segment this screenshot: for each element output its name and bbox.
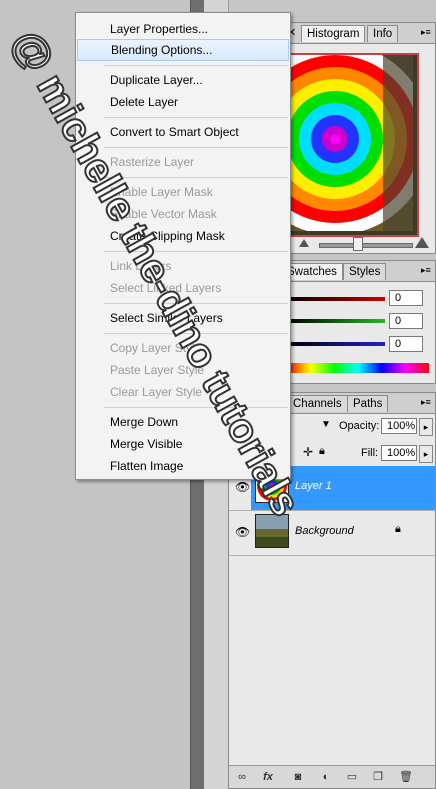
- fill-field[interactable]: 100%: [381, 445, 417, 461]
- panel-menu-icon[interactable]: ▸≡: [421, 27, 431, 38]
- fill-arrow-icon[interactable]: ▸: [419, 445, 433, 463]
- zoom-slider-knob[interactable]: [353, 237, 363, 251]
- panel-menu-icon[interactable]: ▸≡: [421, 265, 431, 276]
- layer-name[interactable]: Background: [295, 525, 354, 537]
- opacity-label: Opacity:: [339, 420, 380, 432]
- menu-separator: [104, 147, 288, 148]
- menu-item-clear-layer-style[interactable]: Clear Layer Style: [77, 381, 289, 403]
- menu-item-delete-layer[interactable]: Delete Layer: [77, 91, 289, 113]
- eye-icon[interactable]: 👁︎: [235, 525, 250, 539]
- navigator-thumbnail[interactable]: [281, 53, 419, 237]
- tab-histogram[interactable]: Histogram: [301, 25, 366, 42]
- opacity-field[interactable]: 100%: [381, 418, 417, 434]
- zoom-out-icon[interactable]: [299, 239, 309, 247]
- menu-separator: [104, 177, 288, 178]
- layer-row-background[interactable]: 👁︎ Background 🔒︎: [229, 511, 435, 556]
- opacity-arrow-icon[interactable]: ▸: [419, 418, 433, 436]
- panel-menu-icon[interactable]: ▸≡: [421, 397, 431, 408]
- zoom-in-icon[interactable]: [415, 237, 429, 248]
- color-spectrum-bar[interactable]: [287, 363, 429, 373]
- menu-item-duplicate-layer[interactable]: Duplicate Layer...: [77, 69, 289, 91]
- blue-value-field[interactable]: 0: [389, 336, 423, 352]
- menu-item-blending-options[interactable]: Blending Options...: [77, 39, 289, 61]
- zoom-slider-track[interactable]: [319, 243, 413, 248]
- mask-icon[interactable]: ◙: [291, 770, 305, 784]
- fx-icon[interactable]: fx: [261, 770, 275, 784]
- lock-icon: 🔒︎: [395, 523, 401, 535]
- trash-icon[interactable]: 🗑︎: [399, 770, 413, 784]
- tab-info[interactable]: Info: [367, 25, 399, 42]
- fill-label: Fill:: [361, 447, 379, 459]
- tab-paths[interactable]: Paths: [347, 395, 389, 412]
- blend-mode-dropdown-arrow[interactable]: ▼: [321, 419, 331, 430]
- red-value-field[interactable]: 0: [389, 290, 423, 306]
- menu-separator: [104, 407, 288, 408]
- lock-all-icon[interactable]: 🔒︎: [319, 445, 325, 458]
- link-icon[interactable]: ∞: [235, 770, 249, 784]
- blue-slider[interactable]: [287, 342, 385, 346]
- green-slider[interactable]: [287, 319, 385, 323]
- green-value-field[interactable]: 0: [389, 313, 423, 329]
- layers-footer: ∞ fx ◙ ◐ ▭ ❐ 🗑︎: [229, 765, 435, 788]
- menu-separator: [104, 65, 288, 66]
- tab-channels[interactable]: Channels: [287, 395, 348, 412]
- adjustment-icon[interactable]: ◐: [319, 770, 333, 784]
- folder-icon[interactable]: ▭: [345, 770, 359, 784]
- tab-styles[interactable]: Styles: [343, 263, 387, 280]
- lock-position-icon[interactable]: ✛: [303, 445, 313, 459]
- menu-item-layer-properties[interactable]: Layer Properties...: [77, 18, 289, 40]
- new-layer-icon[interactable]: ❐: [371, 770, 385, 784]
- red-slider[interactable]: [287, 297, 385, 301]
- menu-separator: [104, 117, 288, 118]
